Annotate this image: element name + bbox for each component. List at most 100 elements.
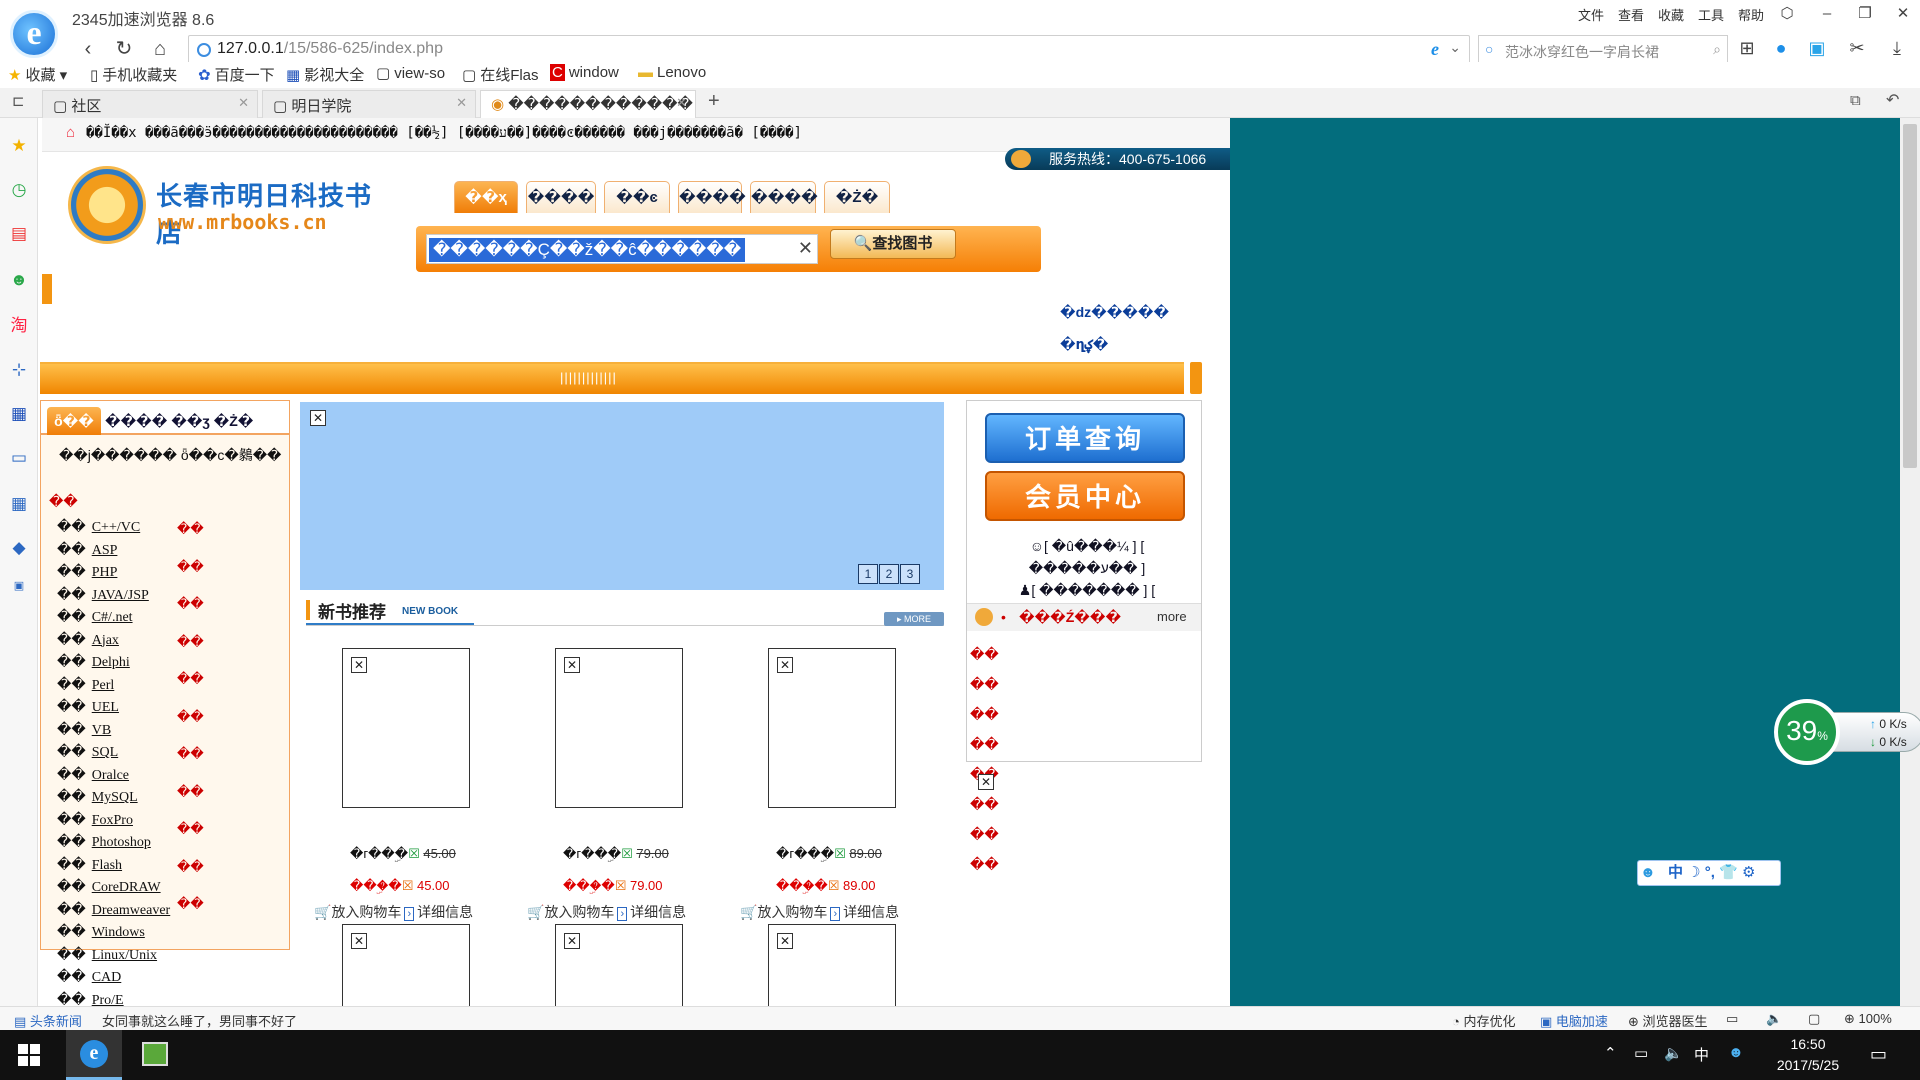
minimize-icon[interactable]: – [1810, 2, 1844, 26]
category-link[interactable]: Windows [92, 925, 145, 940]
browser-doctor-button[interactable]: ⊕ 浏览器医生 [1628, 1011, 1708, 1030]
notice-item[interactable]: �� [970, 706, 999, 723]
category-link[interactable]: Delphi [92, 655, 130, 670]
add-to-cart-button[interactable]: 放入购物车 [331, 904, 401, 920]
url-text[interactable]: 127.0.0.1/15/586-625/index.php [217, 40, 443, 58]
category-link[interactable]: UEL [92, 700, 119, 715]
search-books-button[interactable]: 🔍查找图书 [830, 229, 956, 259]
category-item[interactable]: �� Ajax [57, 632, 119, 649]
bookmark-lenovo[interactable]: ▬ Lenovo [638, 64, 706, 81]
category-item[interactable]: �� Dreamweaver [57, 902, 170, 919]
category-item[interactable]: �� Photoshop [57, 834, 151, 851]
notice-item[interactable]: �� [970, 736, 999, 753]
category-link[interactable]: ASP [92, 543, 118, 558]
login-link[interactable]: [ �û���¼ ] [ [1044, 538, 1144, 554]
category-link[interactable]: Ajax [92, 633, 119, 648]
category-item[interactable]: �� MySQL [57, 789, 138, 806]
close-icon[interactable]: ✕ [1886, 2, 1920, 26]
banner-page-2[interactable]: 2 [879, 564, 899, 584]
add-to-cart-button[interactable]: 放入购物车 [757, 904, 827, 920]
nav-tab-5[interactable]: ���� [750, 181, 818, 213]
notification-icon[interactable]: ▭ [1870, 1044, 1887, 1065]
apps-grid-icon[interactable]: ⊞ [1734, 38, 1760, 59]
news-icon[interactable]: ▤ [7, 222, 31, 246]
category-item[interactable]: �� ASP [57, 542, 117, 559]
clear-icon[interactable]: ✕ [798, 238, 813, 259]
book-cover-6[interactable]: ✕ [768, 924, 896, 1006]
category-link[interactable]: Flash [92, 858, 122, 873]
taskbar-browser[interactable]: e [66, 1030, 122, 1080]
notice-item[interactable]: �� [970, 676, 999, 693]
category-link[interactable]: PHP [92, 565, 118, 580]
windows-start-icon[interactable] [18, 1044, 40, 1066]
notice-item[interactable]: �� [970, 826, 999, 843]
category-link[interactable]: Oralce [92, 768, 129, 783]
back-icon[interactable]: ‹ [74, 35, 102, 63]
details-link[interactable]: 详细信息 [417, 904, 473, 920]
bookmark-favorites[interactable]: ★ 收藏 ▾ [8, 64, 67, 85]
category-link[interactable]: C++/VC [92, 520, 140, 535]
banner-image[interactable]: ✕ 1 2 3 [300, 402, 944, 590]
category-link[interactable]: JAVA/JSP [92, 588, 149, 603]
category-item[interactable]: �� PHP [57, 564, 117, 581]
book-cover-3[interactable]: ✕ [768, 648, 896, 808]
book-cover-5[interactable]: ✕ [555, 924, 683, 1006]
close-tab-icon[interactable]: ✕ [456, 95, 467, 111]
menu-tools[interactable]: 工具 [1698, 5, 1724, 24]
notice-item[interactable]: �� [970, 796, 999, 813]
book-cover-4[interactable]: ✕ [342, 924, 470, 1006]
contact-link[interactable]: [ ������� ] [ [1031, 582, 1155, 598]
network-speed-widget[interactable]: ↑ 0 K/s ↓ 0 K/s 39% [1774, 699, 1920, 765]
category-link[interactable]: Pro/E [92, 993, 124, 1007]
nav-tab-6[interactable]: �Ż� [824, 181, 890, 213]
home-icon[interactable]: ⌂ [66, 124, 75, 141]
search-input[interactable]: 范冰冰穿红色一字肩长裙 [1505, 42, 1659, 62]
category-item[interactable]: �� VB [57, 722, 111, 739]
category-item[interactable]: �� SQL [57, 744, 118, 761]
search-box[interactable]: ○ 范冰冰穿红色一字肩长裙 ⌕ [1478, 35, 1728, 65]
restore-icon[interactable]: ❐ [1848, 2, 1882, 26]
category-item[interactable]: �� JAVA/JSP [57, 587, 149, 604]
top-strip-text[interactable]: ��Ĭ��x ���ã���ӭ���������������������� [�… [86, 125, 802, 142]
nav-tab-2[interactable]: ���� [526, 181, 596, 213]
computer-icon[interactable]: ▭ [7, 446, 31, 470]
category-link[interactable]: CoreDRAW [92, 880, 161, 895]
home-icon[interactable]: ⌂ [146, 35, 174, 63]
bookmark-baidu[interactable]: ✿ 百度一下 [198, 64, 275, 85]
register-link[interactable]: �����ע�� ] [1007, 557, 1167, 579]
wallpaper-icon[interactable]: ▭ [1726, 1011, 1738, 1027]
taobao-icon[interactable]: 淘 [7, 314, 31, 338]
category-link[interactable]: Perl [92, 678, 115, 693]
chevron-down-icon[interactable]: ⌄ [1449, 39, 1461, 56]
store-logo[interactable]: 长春市明日科技书店 www.mrbooks.cn [68, 166, 388, 249]
details-link[interactable]: 详细信息 [843, 904, 899, 920]
ime-toolbar[interactable]: ☻ 中 ☽ °, 👕 ⚙ [1637, 860, 1781, 886]
category-link[interactable]: Dreamweaver [92, 903, 171, 918]
star-icon[interactable]: ★ [7, 134, 31, 158]
banner-page-3[interactable]: 3 [900, 564, 920, 584]
nav-tab-4[interactable]: ���� [678, 181, 746, 213]
skin-icon[interactable]: ⬡ [1770, 2, 1804, 26]
battery-icon[interactable]: ▭ [1634, 1044, 1648, 1062]
bookmark-view-so[interactable]: ▢ view-so [376, 64, 445, 82]
tab-community[interactable]: ▢ 社区 ✕ [42, 90, 258, 118]
category-item[interactable]: �� Linux/Unix [57, 947, 157, 964]
category-item[interactable]: �� FoxPro [57, 812, 133, 829]
memory-optimize-button[interactable]: ◔ 内存优化 [1452, 1011, 1515, 1030]
category-item[interactable]: �� C++/VC [57, 519, 140, 536]
member-center-button[interactable]: 会员中心 [985, 471, 1185, 521]
category-item[interactable]: �� Oralce [57, 767, 129, 784]
category-link[interactable]: FoxPro [92, 813, 133, 828]
undo-close-icon[interactable]: ↶ [1886, 90, 1899, 110]
scrollbar-thumb[interactable] [1903, 124, 1917, 468]
bookmark-video[interactable]: ▦ 影视大全 [286, 64, 364, 85]
menu-help[interactable]: 帮助 [1738, 5, 1764, 24]
tab-mingri[interactable]: ▢ 明日学院 ✕ [262, 90, 476, 118]
category-tab-others[interactable]: ���� ��ӡ �Ż� [105, 413, 253, 430]
notice-more-link[interactable]: more [1157, 609, 1187, 624]
history-icon[interactable]: ◷ [7, 178, 31, 202]
new-tab-icon[interactable]: + [708, 90, 720, 113]
category-item[interactable]: �� CAD [57, 969, 121, 986]
sidebar-toggle-icon[interactable]: ⊏ [12, 92, 25, 110]
bookmark-flash[interactable]: ▢ 在线Flas [462, 64, 539, 85]
